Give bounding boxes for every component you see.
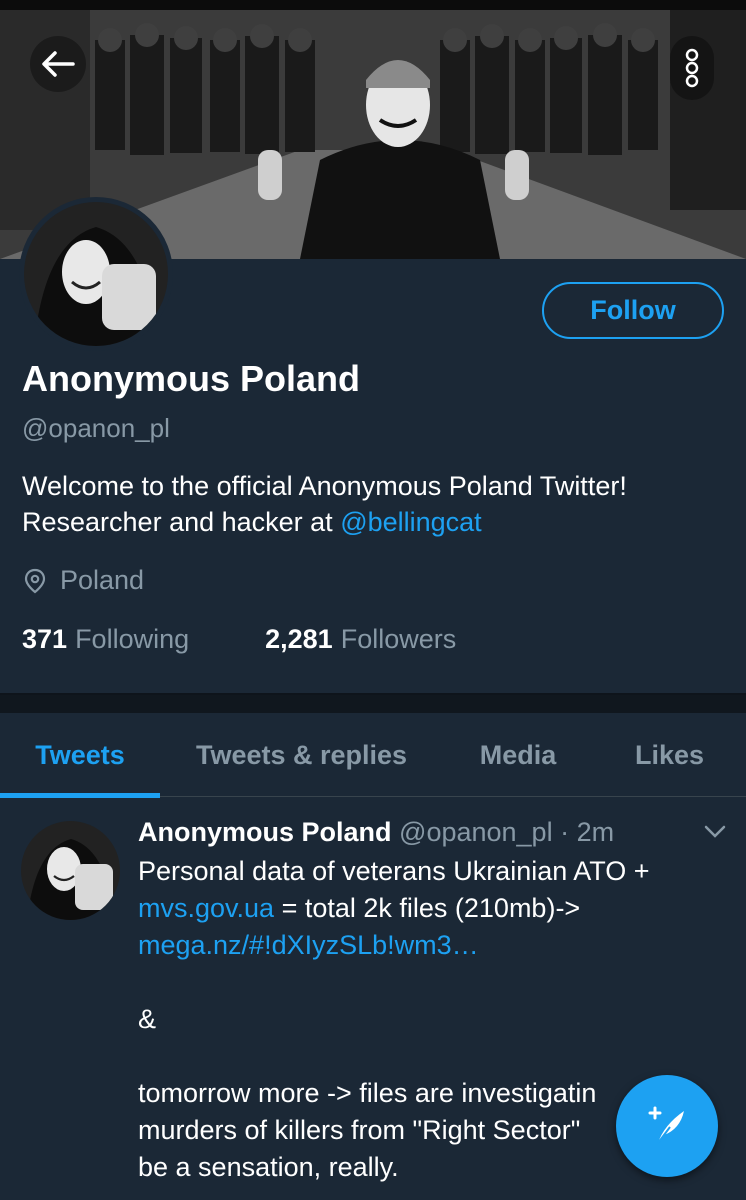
profile-handle: @opanon_pl (22, 413, 170, 443)
more-options-button[interactable] (670, 36, 714, 100)
tweet-author-avatar[interactable] (21, 821, 120, 920)
tweet-time: 2m (576, 817, 615, 847)
section-divider (0, 693, 746, 713)
tweet-line: murders of killers from "Right Sector" (138, 1115, 581, 1145)
followers-stat[interactable]: 2,281 Followers (265, 624, 456, 655)
profile-tabs: Tweets Tweets & replies Media Likes (0, 713, 746, 798)
avatar-image (24, 202, 168, 346)
tweet-line: & (138, 1004, 157, 1034)
profile-stats: 371 Following 2,281 Followers (22, 624, 456, 655)
tweet-line: tomorrow more -> files are investigatin (138, 1078, 597, 1108)
tweet-line: Personal data of veterans Ukrainian ATO … (138, 856, 650, 886)
tab-likes[interactable]: Likes (593, 713, 746, 797)
tweet-link[interactable]: mvs.gov.ua (138, 893, 274, 923)
avatar-image (21, 821, 120, 920)
status-bar (0, 0, 746, 10)
vertical-dots-icon (685, 48, 699, 88)
profile-display-name: Anonymous Poland (22, 358, 361, 399)
back-button[interactable] (30, 36, 86, 92)
tweet-separator: · (552, 817, 577, 847)
bio-mention-link[interactable]: @bellingcat (340, 507, 482, 537)
compose-tweet-button[interactable] (616, 1075, 718, 1177)
tab-tweets-replies[interactable]: Tweets & replies (160, 713, 443, 797)
tweet-line: = total 2k files (210mb)-> (274, 893, 581, 923)
tab-tweets[interactable]: Tweets (0, 713, 160, 798)
tweet-header: Anonymous Poland @opanon_pl · 2m (138, 817, 614, 848)
following-stat[interactable]: 371 Following (22, 624, 189, 655)
followers-count: 2,281 (265, 624, 333, 654)
follow-button[interactable]: Follow (542, 282, 724, 339)
location-text: Poland (60, 565, 145, 595)
chevron-down-icon[interactable] (704, 825, 726, 839)
tab-media[interactable]: Media (443, 713, 593, 797)
arrow-left-icon (42, 51, 75, 77)
following-label: Following (75, 624, 190, 654)
followers-label: Followers (340, 624, 457, 654)
location-pin-icon (24, 568, 46, 593)
bio-text: Welcome to the official Anonymous Poland… (22, 471, 627, 537)
tweet-author-name[interactable]: Anonymous Poland (138, 817, 392, 847)
following-count: 371 (22, 624, 68, 654)
tweet-line: be a sensation, really. (138, 1152, 399, 1182)
tweet-link[interactable]: mega.nz/#!dXIyzSLb!wm3… (138, 930, 479, 960)
profile-location: Poland (22, 565, 144, 596)
compose-feather-icon (648, 1106, 684, 1144)
profile-bio: Welcome to the official Anonymous Poland… (22, 468, 722, 540)
profile-avatar[interactable] (19, 197, 173, 351)
tweet-author-handle: @opanon_pl (399, 817, 553, 847)
